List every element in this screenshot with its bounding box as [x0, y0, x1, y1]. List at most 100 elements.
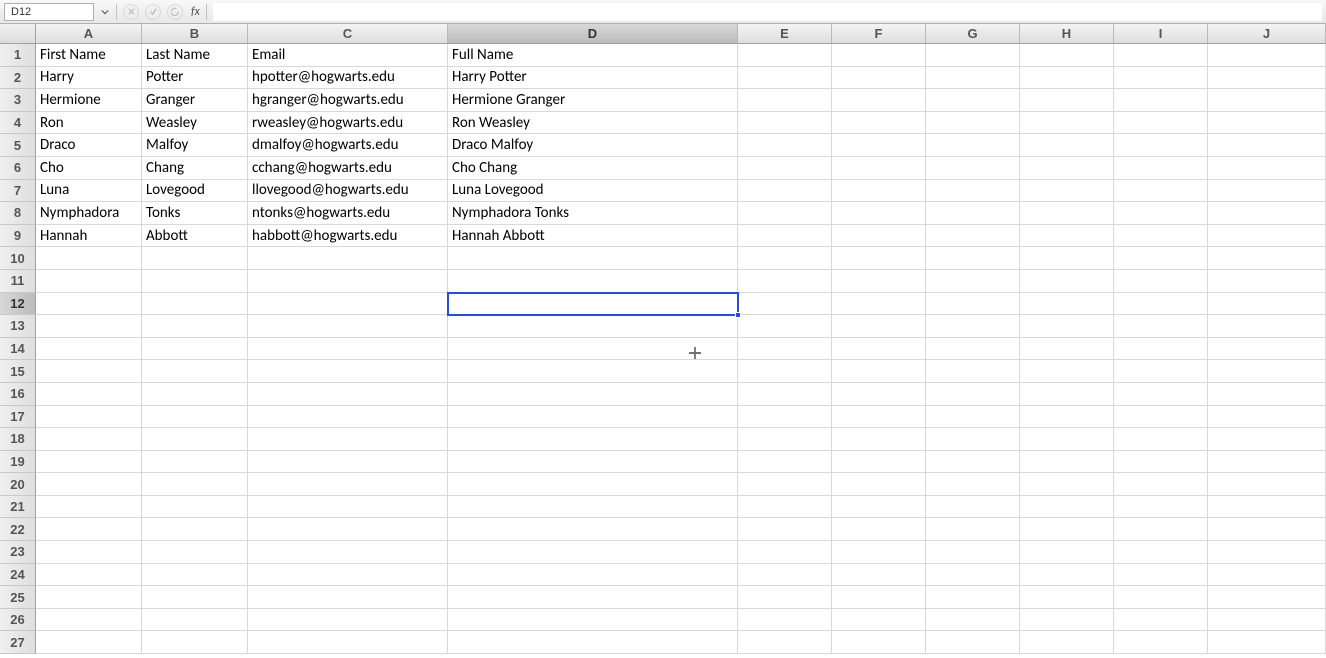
cell-E2[interactable]	[738, 67, 832, 90]
cell-E6[interactable]	[738, 157, 832, 180]
cell-H5[interactable]	[1020, 134, 1114, 157]
cell-E7[interactable]	[738, 180, 832, 203]
cell-F10[interactable]	[832, 247, 926, 270]
cell-F14[interactable]	[832, 338, 926, 361]
cell-H20[interactable]	[1020, 473, 1114, 496]
cell-J8[interactable]	[1208, 202, 1326, 225]
cell-B17[interactable]	[142, 406, 248, 429]
cell-C9[interactable]: habbott@hogwarts.edu	[248, 225, 448, 248]
cell-A24[interactable]	[36, 564, 142, 587]
cell-C6[interactable]: cchang@hogwarts.edu	[248, 157, 448, 180]
cell-H1[interactable]	[1020, 44, 1114, 67]
cell-I24[interactable]	[1114, 564, 1208, 587]
cell-J1[interactable]	[1208, 44, 1326, 67]
cell-A11[interactable]	[36, 270, 142, 293]
cell-H26[interactable]	[1020, 609, 1114, 632]
cell-I16[interactable]	[1114, 383, 1208, 406]
cell-H24[interactable]	[1020, 564, 1114, 587]
cell-C23[interactable]	[248, 541, 448, 564]
cell-C21[interactable]	[248, 496, 448, 519]
cell-B5[interactable]: Malfoy	[142, 134, 248, 157]
row-header-12[interactable]: 12	[0, 293, 36, 316]
row-header-23[interactable]: 23	[0, 541, 36, 564]
column-header-J[interactable]: J	[1208, 24, 1326, 44]
cell-F20[interactable]	[832, 473, 926, 496]
cell-B22[interactable]	[142, 518, 248, 541]
cell-B15[interactable]	[142, 360, 248, 383]
cell-G25[interactable]	[926, 586, 1020, 609]
cell-A13[interactable]	[36, 315, 142, 338]
column-header-D[interactable]: D	[448, 24, 738, 44]
cell-G26[interactable]	[926, 609, 1020, 632]
cell-C7[interactable]: llovegood@hogwarts.edu	[248, 180, 448, 203]
cell-J11[interactable]	[1208, 270, 1326, 293]
cell-D24[interactable]	[448, 564, 738, 587]
cell-E20[interactable]	[738, 473, 832, 496]
cell-J27[interactable]	[1208, 631, 1326, 654]
cell-J22[interactable]	[1208, 518, 1326, 541]
cell-C5[interactable]: dmalfoy@hogwarts.edu	[248, 134, 448, 157]
cell-H21[interactable]	[1020, 496, 1114, 519]
cell-B1[interactable]: Last Name	[142, 44, 248, 67]
cell-E14[interactable]	[738, 338, 832, 361]
cell-C27[interactable]	[248, 631, 448, 654]
cell-I11[interactable]	[1114, 270, 1208, 293]
cell-G5[interactable]	[926, 134, 1020, 157]
cell-J5[interactable]	[1208, 134, 1326, 157]
cell-H8[interactable]	[1020, 202, 1114, 225]
cell-G13[interactable]	[926, 315, 1020, 338]
cell-I3[interactable]	[1114, 89, 1208, 112]
cell-I6[interactable]	[1114, 157, 1208, 180]
cell-G27[interactable]	[926, 631, 1020, 654]
row-header-11[interactable]: 11	[0, 270, 36, 293]
cell-G11[interactable]	[926, 270, 1020, 293]
cell-B10[interactable]	[142, 247, 248, 270]
cell-G6[interactable]	[926, 157, 1020, 180]
cell-D13[interactable]	[448, 315, 738, 338]
cell-H4[interactable]	[1020, 112, 1114, 135]
cell-G15[interactable]	[926, 360, 1020, 383]
cell-A6[interactable]: Cho	[36, 157, 142, 180]
cell-B6[interactable]: Chang	[142, 157, 248, 180]
cell-E3[interactable]	[738, 89, 832, 112]
cell-J4[interactable]	[1208, 112, 1326, 135]
cell-G17[interactable]	[926, 406, 1020, 429]
cell-B21[interactable]	[142, 496, 248, 519]
cell-I12[interactable]	[1114, 293, 1208, 316]
cell-C2[interactable]: hpotter@hogwarts.edu	[248, 67, 448, 90]
cell-C24[interactable]	[248, 564, 448, 587]
cell-E11[interactable]	[738, 270, 832, 293]
cell-B20[interactable]	[142, 473, 248, 496]
cell-J13[interactable]	[1208, 315, 1326, 338]
cell-H9[interactable]	[1020, 225, 1114, 248]
cell-D15[interactable]	[448, 360, 738, 383]
cell-I5[interactable]	[1114, 134, 1208, 157]
cell-J3[interactable]	[1208, 89, 1326, 112]
enter-icon[interactable]	[145, 4, 161, 20]
row-header-20[interactable]: 20	[0, 473, 36, 496]
column-header-G[interactable]: G	[926, 24, 1020, 44]
cell-G19[interactable]	[926, 451, 1020, 474]
cell-C10[interactable]	[248, 247, 448, 270]
cell-D27[interactable]	[448, 631, 738, 654]
row-header-1[interactable]: 1	[0, 44, 36, 67]
formula-back-icon[interactable]	[167, 4, 183, 20]
cell-I7[interactable]	[1114, 180, 1208, 203]
cell-H17[interactable]	[1020, 406, 1114, 429]
cell-J23[interactable]	[1208, 541, 1326, 564]
cell-E15[interactable]	[738, 360, 832, 383]
cell-C20[interactable]	[248, 473, 448, 496]
cell-G12[interactable]	[926, 293, 1020, 316]
cell-H14[interactable]	[1020, 338, 1114, 361]
cell-E5[interactable]	[738, 134, 832, 157]
cell-F23[interactable]	[832, 541, 926, 564]
cell-D19[interactable]	[448, 451, 738, 474]
cell-B14[interactable]	[142, 338, 248, 361]
cell-A5[interactable]: Draco	[36, 134, 142, 157]
cell-C16[interactable]	[248, 383, 448, 406]
row-header-9[interactable]: 9	[0, 225, 36, 248]
cell-A10[interactable]	[36, 247, 142, 270]
cell-J18[interactable]	[1208, 428, 1326, 451]
cell-F26[interactable]	[832, 609, 926, 632]
cell-G9[interactable]	[926, 225, 1020, 248]
